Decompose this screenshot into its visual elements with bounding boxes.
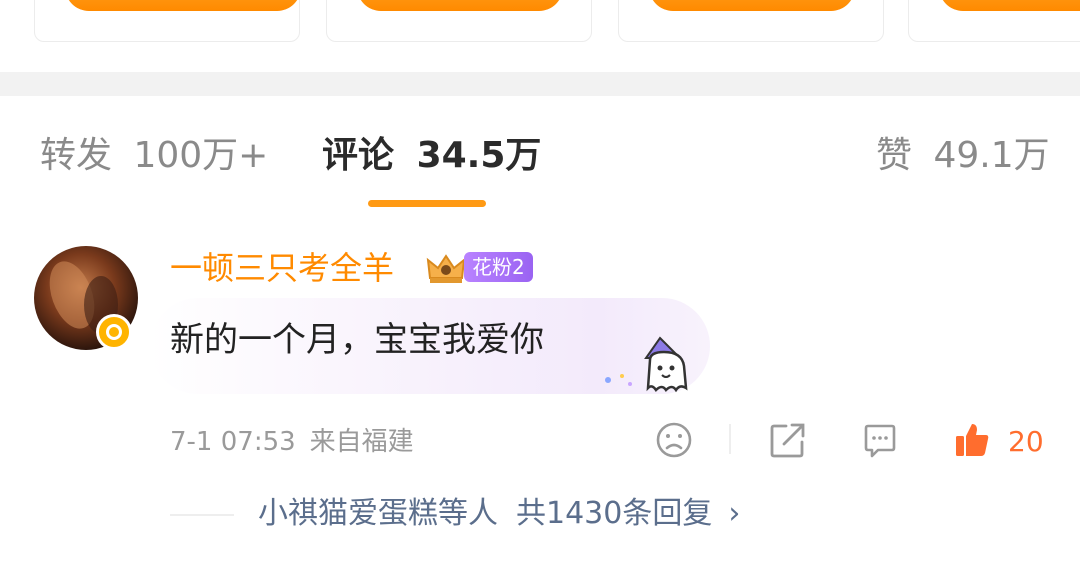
share-icon[interactable] (768, 420, 808, 460)
tab-repost[interactable]: 转发 100万+ (40, 134, 268, 178)
action-card-4[interactable] (908, 0, 1080, 42)
reply-divider (170, 513, 234, 516)
reply-count: 共1430条回复 (516, 496, 713, 531)
tab-comments[interactable]: 评论 34.5万 (322, 134, 541, 178)
tab-likes-count: 49.1万 (933, 135, 1050, 176)
tab-repost-label: 转发 (40, 135, 113, 176)
reply-summary-link[interactable]: 小祺猫爱蛋糕等人 共1430条回复 › (170, 494, 740, 534)
thumbs-up-icon[interactable] (952, 420, 992, 460)
action-card-2[interactable] (326, 0, 592, 42)
action-separator (729, 424, 731, 454)
chevron-right-icon: › (728, 496, 741, 531)
comment-icon[interactable] (860, 420, 900, 460)
verified-badge-icon (96, 314, 132, 350)
comment-time: 7-1 07:53 (170, 427, 296, 457)
tab-likes[interactable]: 赞 49.1万 (876, 134, 1050, 178)
tab-comments-count: 34.5万 (416, 135, 542, 176)
tab-comments-label: 评论 (322, 135, 395, 176)
action-cards-row (0, 0, 1080, 72)
comment-meta: 7-1 07:53 来自福建 (170, 424, 414, 460)
tab-likes-label: 赞 (876, 135, 913, 176)
reply-users: 小祺猫爱蛋糕等人 (258, 496, 498, 531)
crown-icon (426, 254, 466, 283)
active-tab-indicator (368, 200, 486, 207)
comment-location: 来自福建 (309, 427, 414, 457)
sad-face-icon[interactable] (654, 420, 694, 460)
like-count[interactable]: 20 (1008, 424, 1044, 460)
fan-level-badge[interactable]: 花粉2 (464, 252, 533, 282)
comment-username[interactable]: 一顿三只考全羊 (170, 248, 394, 288)
section-divider (0, 72, 1080, 96)
tab-repost-count: 100万+ (133, 135, 269, 176)
action-card-1[interactable] (34, 0, 300, 42)
comment-page: 转发 100万+ 评论 34.5万 赞 49.1万 一顿三只考全羊 花粉2 新的… (0, 0, 1080, 563)
action-card-3[interactable] (618, 0, 884, 42)
comment-text: 新的一个月，宝宝我爱你 (170, 320, 544, 360)
ghost-sticker-icon (605, 336, 688, 393)
interaction-tabs: 转发 100万+ 评论 34.5万 赞 49.1万 (0, 96, 1080, 216)
